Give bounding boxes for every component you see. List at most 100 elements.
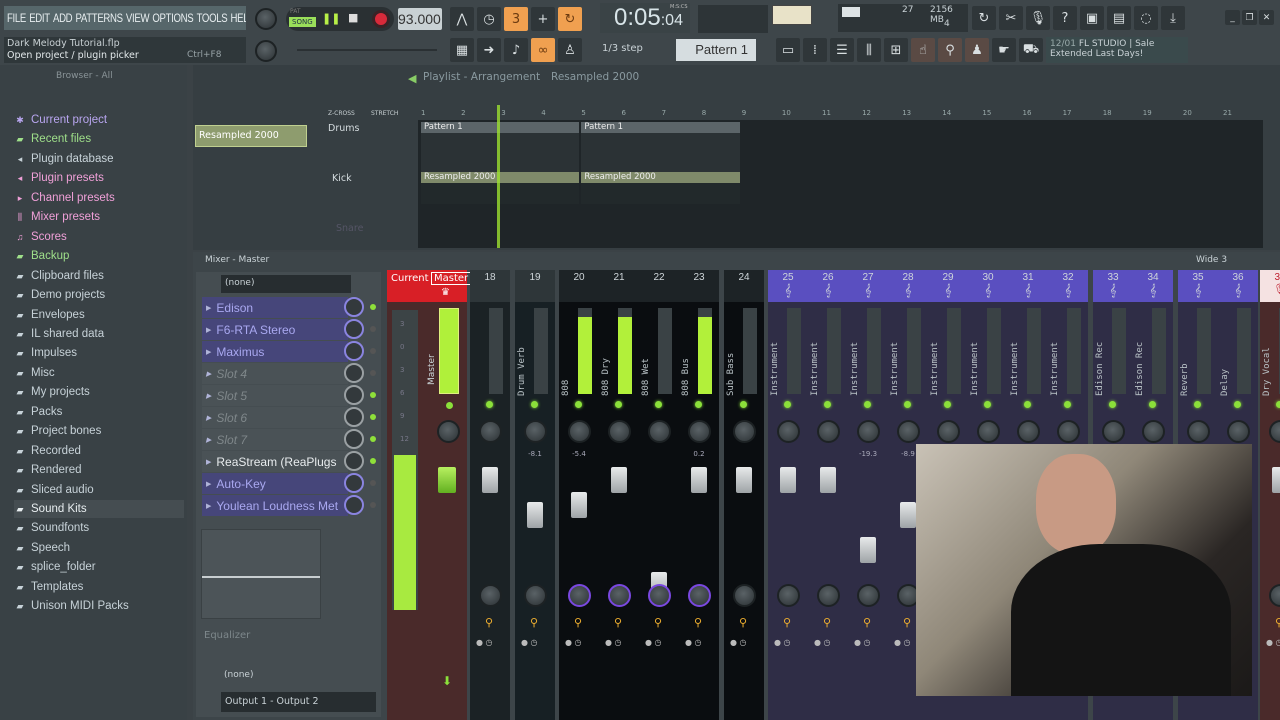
- expand-arrow-icon[interactable]: ▶: [206, 414, 211, 422]
- plugin-picker-icon[interactable]: ☝: [911, 38, 935, 62]
- browser-item[interactable]: ♫ Scores: [14, 228, 184, 246]
- track-name[interactable]: Snare: [336, 223, 363, 234]
- master-pitch-slider[interactable]: [297, 49, 437, 51]
- track-header[interactable]: 36 𝄞: [1218, 270, 1258, 302]
- eq-graph[interactable]: [201, 529, 321, 619]
- song-mode-button[interactable]: SONG: [289, 17, 316, 27]
- stretch-label[interactable]: STRETCH: [371, 110, 398, 117]
- stereo-knob[interactable]: [1269, 584, 1280, 607]
- latency-icon[interactable]: ● ◷: [565, 638, 582, 647]
- mixer-track[interactable]: 25 𝄞 Instrument ⚲ ● ◷: [768, 270, 808, 720]
- mixer-icon[interactable]: ⫼: [857, 38, 881, 62]
- slot-mix-knob[interactable]: [344, 385, 364, 405]
- stereo-knob[interactable]: [817, 584, 840, 607]
- latency-icon[interactable]: ● ◷: [685, 638, 702, 647]
- mixer-slot[interactable]: ▶ Slot 6: [202, 407, 376, 428]
- track-name[interactable]: Kick: [332, 173, 352, 184]
- track-header[interactable]: 23: [679, 270, 719, 302]
- step-edit-icon[interactable]: +: [531, 7, 555, 31]
- latency-icon[interactable]: ● ◷: [1266, 638, 1280, 647]
- track-enable-led[interactable]: [1024, 401, 1031, 408]
- latency-icon[interactable]: ● ◷: [814, 638, 831, 647]
- route-icon[interactable]: ⚲: [574, 616, 582, 629]
- latency-icon[interactable]: ● ◷: [894, 638, 911, 647]
- stereo-knob[interactable]: [648, 584, 671, 607]
- mixer-slot[interactable]: ▶ Maximus: [202, 341, 376, 362]
- snap-step[interactable]: 1/3 step: [602, 43, 643, 54]
- track-header[interactable]: 20: [559, 270, 599, 302]
- slot-enable-led[interactable]: [370, 370, 376, 376]
- volume-fader[interactable]: [780, 467, 796, 493]
- mixer-slot[interactable]: ▶ Auto-Key: [202, 473, 376, 494]
- pan-knob[interactable]: [1017, 420, 1040, 443]
- mixer-track[interactable]: 20 808 -5.4 ⚲ ● ◷: [559, 270, 599, 720]
- master-pitch-knob[interactable]: [255, 40, 277, 62]
- latency-icon[interactable]: ● ◷: [774, 638, 791, 647]
- latency-icon[interactable]: ● ◷: [645, 638, 662, 647]
- mixer-slot[interactable]: ▶ Edison: [202, 297, 376, 318]
- slot-mix-knob[interactable]: [344, 407, 364, 427]
- browser-item[interactable]: ▰ Recent files: [14, 130, 184, 148]
- track-enable-led[interactable]: [864, 401, 871, 408]
- expand-arrow-icon[interactable]: ▶: [206, 326, 211, 334]
- menu-options[interactable]: OPTIONS: [152, 11, 193, 25]
- track-enable-led[interactable]: [904, 401, 911, 408]
- browser-item[interactable]: ▰ Backup: [14, 247, 184, 265]
- track-header[interactable]: 28 𝄞: [888, 270, 928, 302]
- slot-mix-knob[interactable]: [344, 297, 364, 317]
- pattern-selector[interactable]: Pattern 1: [676, 39, 756, 61]
- mixer-view-mode[interactable]: Wide 3: [1196, 255, 1227, 265]
- slot-mix-knob[interactable]: [344, 363, 364, 383]
- track-header[interactable]: 35 𝄞: [1178, 270, 1218, 302]
- mixer-track[interactable]: 21 808 Dry ⚲ ● ◷: [599, 270, 639, 720]
- pan-knob[interactable]: [688, 420, 711, 443]
- route-icon[interactable]: ⚲: [485, 616, 493, 629]
- slide-icon[interactable]: ♪: [504, 38, 528, 62]
- mixer-track[interactable]: 37🎙 Dry Vocal ⚲ ● ◷: [1260, 270, 1280, 720]
- track-enable-led[interactable]: [1276, 401, 1280, 408]
- track-enable-led[interactable]: [655, 401, 662, 408]
- track-header[interactable]: 34 𝄞: [1133, 270, 1173, 302]
- pan-knob[interactable]: [524, 420, 547, 443]
- latency-icon[interactable]: ● ◷: [521, 638, 538, 647]
- touch-icon[interactable]: ☛: [992, 38, 1016, 62]
- pan-knob[interactable]: [1269, 420, 1280, 443]
- track-header[interactable]: 27 𝄞: [848, 270, 888, 302]
- clip-source-selected[interactable]: Resampled 2000: [195, 125, 307, 147]
- slot-enable-led[interactable]: [370, 502, 376, 508]
- browser-item[interactable]: ▰ Rendered: [14, 461, 184, 479]
- route-icon[interactable]: ⚲: [823, 616, 831, 629]
- latency-icon[interactable]: ● ◷: [605, 638, 622, 647]
- track-header[interactable]: 22: [639, 270, 679, 302]
- playlist-clip[interactable]: Resampled 2000: [581, 172, 740, 204]
- menu-add[interactable]: ADD: [53, 11, 73, 25]
- metronome-icon[interactable]: ⋀: [450, 7, 474, 31]
- playlist-icon[interactable]: ▭: [776, 38, 800, 62]
- slot-mix-knob[interactable]: [344, 473, 364, 493]
- track-enable-led[interactable]: [824, 401, 831, 408]
- track-enable-led[interactable]: [984, 401, 991, 408]
- pan-knob[interactable]: [1142, 420, 1165, 443]
- download-icon[interactable]: ⤓: [1161, 6, 1185, 30]
- menu-file[interactable]: FILE: [7, 11, 26, 25]
- chat-icon[interactable]: ◌: [1134, 6, 1158, 30]
- route-icon[interactable]: ⚲: [614, 616, 622, 629]
- slot-enable-led[interactable]: [370, 458, 376, 464]
- slot-enable-led[interactable]: [370, 436, 376, 442]
- slot-mix-knob[interactable]: [344, 341, 364, 361]
- playlist-clip[interactable]: Pattern 1: [581, 122, 740, 172]
- track-header[interactable]: 31 𝄞: [1008, 270, 1048, 302]
- pan-knob[interactable]: [733, 420, 756, 443]
- browser-item[interactable]: ▰ IL shared data: [14, 325, 184, 343]
- save-icon[interactable]: ▣: [1080, 6, 1104, 30]
- route-down-icon[interactable]: ⬇: [442, 674, 452, 688]
- sidechain-select[interactable]: (none): [224, 670, 253, 680]
- slot-enable-led[interactable]: [370, 326, 376, 332]
- master-volume-knob[interactable]: [255, 8, 277, 30]
- cart-icon[interactable]: ⛟: [1019, 38, 1043, 62]
- latency-icon[interactable]: ● ◷: [476, 638, 493, 647]
- browser-item[interactable]: ▰ Misc: [14, 364, 184, 382]
- menu-help[interactable]: HELP: [231, 11, 246, 25]
- browser-item[interactable]: ▰ Unison MIDI Packs: [14, 597, 184, 615]
- slot-mix-knob[interactable]: [344, 451, 364, 471]
